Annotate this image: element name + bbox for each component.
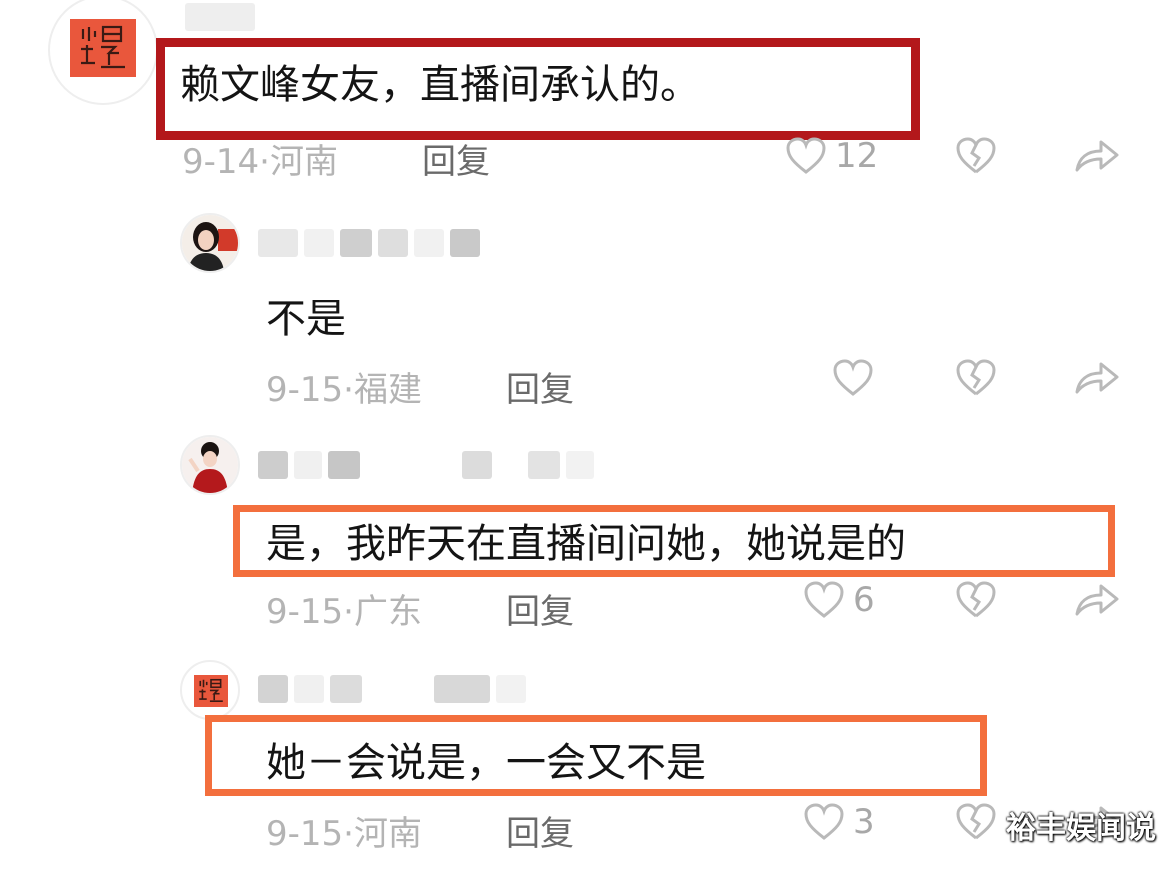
like-button[interactable] bbox=[832, 358, 882, 398]
comment-date: 9-15 bbox=[266, 370, 344, 410]
comment-meta: 9-15·福建 bbox=[266, 362, 422, 411]
highlight-box bbox=[205, 715, 987, 796]
user-avatar[interactable] bbox=[48, 0, 158, 105]
comment-location: 河南 bbox=[269, 142, 338, 182]
broken-heart-icon bbox=[956, 359, 996, 396]
broken-heart-icon bbox=[956, 803, 996, 840]
heart-outline-icon bbox=[804, 581, 844, 618]
like-count: 12 bbox=[835, 136, 879, 176]
heart-outline-icon bbox=[833, 359, 873, 396]
share-button[interactable] bbox=[1073, 358, 1121, 398]
like-count: 3 bbox=[853, 802, 875, 842]
dislike-button[interactable] bbox=[955, 580, 997, 620]
woman-red-dress-avatar-icon bbox=[182, 437, 238, 493]
meta-separator: · bbox=[343, 592, 354, 632]
seal-avatar-icon bbox=[70, 19, 136, 77]
seal-avatar-icon bbox=[194, 675, 228, 707]
blurred-username bbox=[258, 450, 594, 480]
woman-photo-avatar-icon bbox=[182, 215, 238, 271]
like-count: 6 bbox=[853, 580, 875, 620]
blurred-username bbox=[185, 2, 255, 32]
highlight-box bbox=[156, 38, 920, 140]
share-button[interactable] bbox=[1073, 580, 1121, 620]
reply-button[interactable]: 回复 bbox=[506, 806, 574, 855]
user-avatar[interactable] bbox=[180, 660, 240, 720]
comment-meta: 9-15·广东 bbox=[266, 584, 422, 633]
dislike-button[interactable] bbox=[955, 802, 997, 842]
user-avatar[interactable] bbox=[180, 213, 240, 273]
reply-button[interactable]: 回复 bbox=[506, 362, 574, 411]
comment-meta: 9-14·河南 bbox=[182, 134, 338, 183]
dislike-button[interactable] bbox=[955, 358, 997, 398]
heart-outline-icon bbox=[786, 137, 826, 174]
highlight-box bbox=[233, 505, 1115, 577]
meta-separator: · bbox=[259, 142, 270, 182]
comment-location: 福建 bbox=[353, 370, 422, 410]
comment-date: 9-15 bbox=[266, 592, 344, 632]
blurred-username bbox=[258, 674, 526, 704]
share-arrow-icon bbox=[1075, 362, 1119, 394]
reply-button[interactable]: 回复 bbox=[506, 584, 574, 633]
heart-outline-icon bbox=[804, 803, 844, 840]
reply-button[interactable]: 回复 bbox=[422, 134, 490, 183]
broken-heart-icon bbox=[956, 581, 996, 618]
meta-separator: · bbox=[343, 370, 354, 410]
blurred-username bbox=[258, 228, 480, 258]
user-avatar[interactable] bbox=[180, 435, 240, 495]
comment-location: 河南 bbox=[353, 814, 422, 854]
like-button[interactable]: 6 bbox=[803, 580, 875, 620]
share-button[interactable] bbox=[1073, 136, 1121, 176]
watermark: 裕丰娱闻说 bbox=[1006, 811, 1156, 846]
comment-date: 9-14 bbox=[182, 142, 260, 182]
like-button[interactable]: 12 bbox=[785, 136, 878, 176]
broken-heart-icon bbox=[956, 137, 996, 174]
meta-separator: · bbox=[343, 814, 354, 854]
share-arrow-icon bbox=[1075, 584, 1119, 616]
comment-text: 不是 bbox=[266, 296, 346, 342]
dislike-button[interactable] bbox=[955, 136, 997, 176]
comment-date: 9-15 bbox=[266, 814, 344, 854]
share-arrow-icon bbox=[1075, 140, 1119, 172]
like-button[interactable]: 3 bbox=[803, 802, 875, 842]
comment-location: 广东 bbox=[353, 592, 422, 632]
comment-meta: 9-15·河南 bbox=[266, 806, 422, 855]
